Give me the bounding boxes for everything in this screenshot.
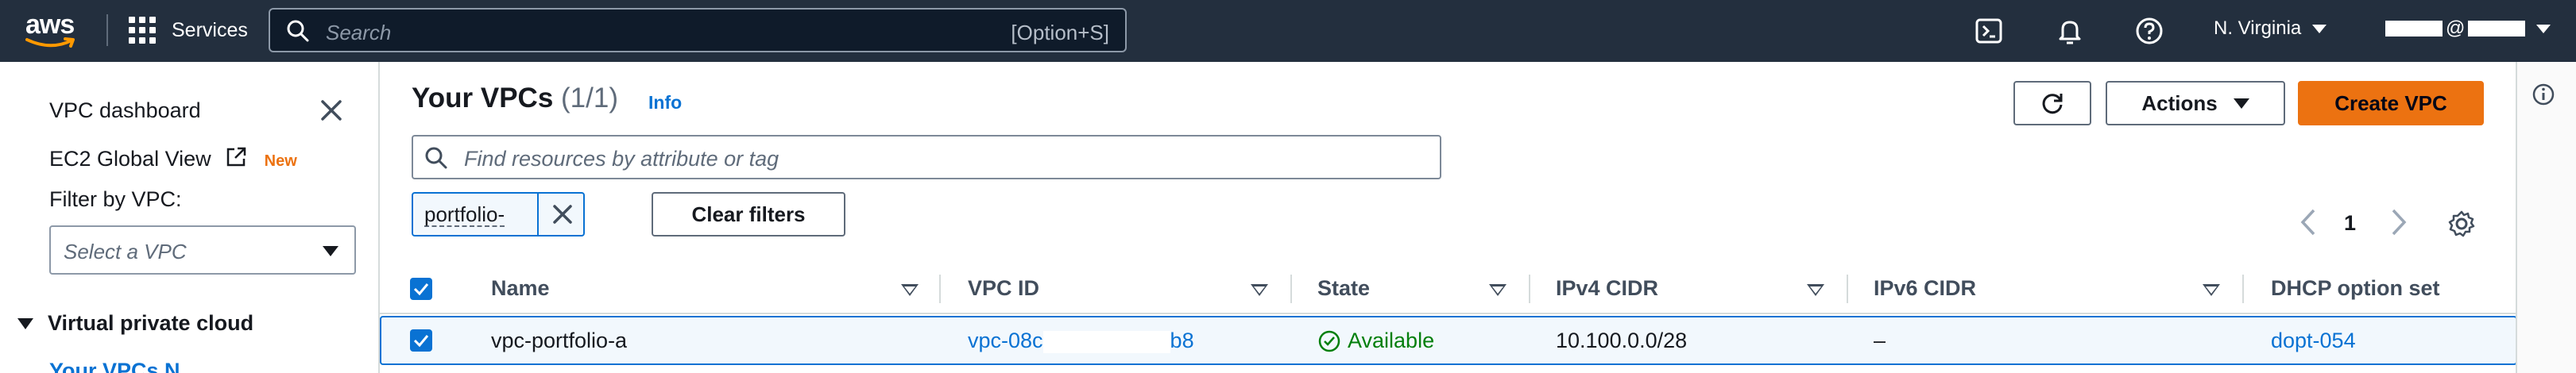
region-label: N. Virginia (2214, 17, 2302, 39)
column-resizer[interactable] (2242, 275, 2244, 303)
close-icon[interactable] (318, 97, 345, 124)
info-link[interactable]: Info (648, 92, 682, 113)
remove-filter-icon[interactable] (550, 202, 575, 227)
external-link-icon (226, 147, 246, 167)
search-icon (287, 20, 309, 42)
search-shortcut-hint: [Option+S] (1011, 21, 1109, 44)
filter-token[interactable]: portfolio- (412, 192, 585, 236)
services-label: Services (172, 18, 248, 41)
region-selector[interactable]: N. Virginia (2214, 17, 2327, 40)
previous-page-icon[interactable] (2298, 208, 2319, 236)
column-resizer[interactable] (1847, 275, 1848, 303)
nav-divider (106, 14, 108, 46)
chevron-down-icon (2233, 98, 2249, 109)
chevron-down-icon (2536, 24, 2551, 33)
resource-filter-input[interactable]: Find resources by attribute or tag (412, 135, 1441, 179)
sidebar-item-vpc-dashboard[interactable]: VPC dashboard (49, 98, 201, 123)
checkmark-icon (413, 335, 429, 348)
right-utility-bar (2516, 62, 2576, 373)
table-row[interactable]: vpc-portfolio-a vpc-08c b8 Available 10.1… (380, 316, 2517, 365)
services-grid-icon (129, 17, 156, 44)
select-placeholder: Select a VPC (64, 240, 187, 263)
column-resizer[interactable] (1290, 275, 1292, 303)
account-at: @ (2446, 17, 2466, 39)
refresh-button[interactable] (2013, 81, 2091, 125)
column-header-ipv6-cidr[interactable]: IPv6 CIDR (1874, 276, 1976, 301)
actions-button[interactable]: Actions (2106, 81, 2285, 125)
sidebar-item-ec2-global-view[interactable]: EC2 Global View New (49, 146, 297, 171)
sidebar-item-your-vpcs[interactable]: Your VPCs N (49, 359, 180, 373)
page-title-text: Your VPCs (412, 83, 554, 113)
column-resizer[interactable] (1529, 275, 1530, 303)
page-number[interactable]: 1 (2344, 211, 2356, 236)
column-header-dhcp-option-set[interactable]: DHCP option set (2271, 276, 2440, 301)
success-check-icon (1318, 330, 1340, 352)
selection-count: (1/1) (561, 83, 618, 113)
cell-ipv4-cidr: 10.100.0.0/28 (1556, 329, 1688, 352)
global-search-input[interactable]: Search [Option+S] (269, 8, 1127, 52)
page-title: Your VPCs (1/1) (412, 83, 618, 114)
next-page-icon[interactable] (2388, 208, 2409, 236)
column-header-state[interactable]: State (1317, 276, 1370, 301)
aws-logo[interactable]: aws (25, 6, 79, 54)
search-placeholder: Search (326, 21, 392, 44)
section-title: Virtual private cloud (48, 311, 254, 335)
column-resizer[interactable] (939, 275, 941, 303)
filter-token-label: portfolio- (424, 202, 505, 227)
sort-icon[interactable] (1807, 284, 1824, 296)
column-header-name[interactable]: Name (491, 276, 550, 301)
vpc-id-suffix: b8 (1170, 329, 1194, 352)
checkmark-icon (413, 283, 429, 296)
redacted-vpc-id (1042, 330, 1170, 353)
cloudshell-icon[interactable] (1974, 16, 2004, 46)
sidebar-section-virtual-private-cloud[interactable]: Virtual private cloud (17, 311, 253, 336)
settings-gear-icon[interactable] (2447, 210, 2476, 238)
top-navigation: aws Services Search [Option+S] N. Virgin… (0, 0, 2576, 62)
account-menu[interactable]: @ (2385, 17, 2551, 40)
caret-down-icon (17, 317, 33, 329)
redacted-account (2468, 21, 2526, 37)
cell-ipv6-cidr: – (1874, 329, 1886, 352)
column-header-vpc-id[interactable]: VPC ID (968, 276, 1039, 301)
vpc-id-prefix: vpc-08c (968, 329, 1043, 352)
table-header: Name VPC ID State IPv4 CIDR IPv6 CIDR DH… (380, 265, 2517, 314)
token-divider (537, 194, 539, 235)
notifications-icon[interactable] (2055, 16, 2085, 46)
new-badge: New (264, 152, 297, 170)
sort-icon[interactable] (2203, 284, 2220, 296)
clear-filters-button[interactable]: Clear filters (652, 192, 845, 236)
services-menu-button[interactable]: Services (129, 13, 248, 47)
chevron-down-icon (323, 246, 338, 256)
cell-vpc-id[interactable]: vpc-08c b8 (968, 329, 1194, 353)
clear-filters-label: Clear filters (691, 202, 806, 226)
filter-placeholder: Find resources by attribute or tag (464, 147, 779, 171)
vpc-filter-select[interactable]: Select a VPC (49, 225, 356, 275)
sort-icon[interactable] (1489, 284, 1507, 296)
sort-icon[interactable] (901, 284, 919, 296)
help-icon[interactable] (2134, 16, 2164, 46)
search-icon (425, 147, 447, 169)
cell-state: Available (1317, 329, 1434, 353)
sidebar-item-label: EC2 Global View (49, 147, 211, 171)
select-all-checkbox[interactable] (410, 278, 432, 300)
smile-icon (25, 37, 75, 48)
create-vpc-label: Create VPC (2334, 90, 2447, 115)
row-select-checkbox[interactable] (410, 329, 432, 352)
create-vpc-button[interactable]: Create VPC (2298, 81, 2484, 125)
redacted-account (2385, 21, 2443, 37)
cell-name: vpc-portfolio-a (491, 329, 628, 352)
refresh-icon (2042, 94, 2063, 114)
chevron-down-icon (2312, 24, 2327, 33)
cell-dhcp-option-set[interactable]: dopt-054 (2271, 329, 2356, 353)
info-panel-icon[interactable] (2532, 83, 2555, 106)
state-label: Available (1348, 329, 1435, 352)
column-header-ipv4-cidr[interactable]: IPv4 CIDR (1556, 276, 1658, 301)
filter-by-vpc-label: Filter by VPC: (49, 187, 182, 211)
actions-label: Actions (2141, 90, 2218, 115)
sort-icon[interactable] (1251, 284, 1268, 296)
